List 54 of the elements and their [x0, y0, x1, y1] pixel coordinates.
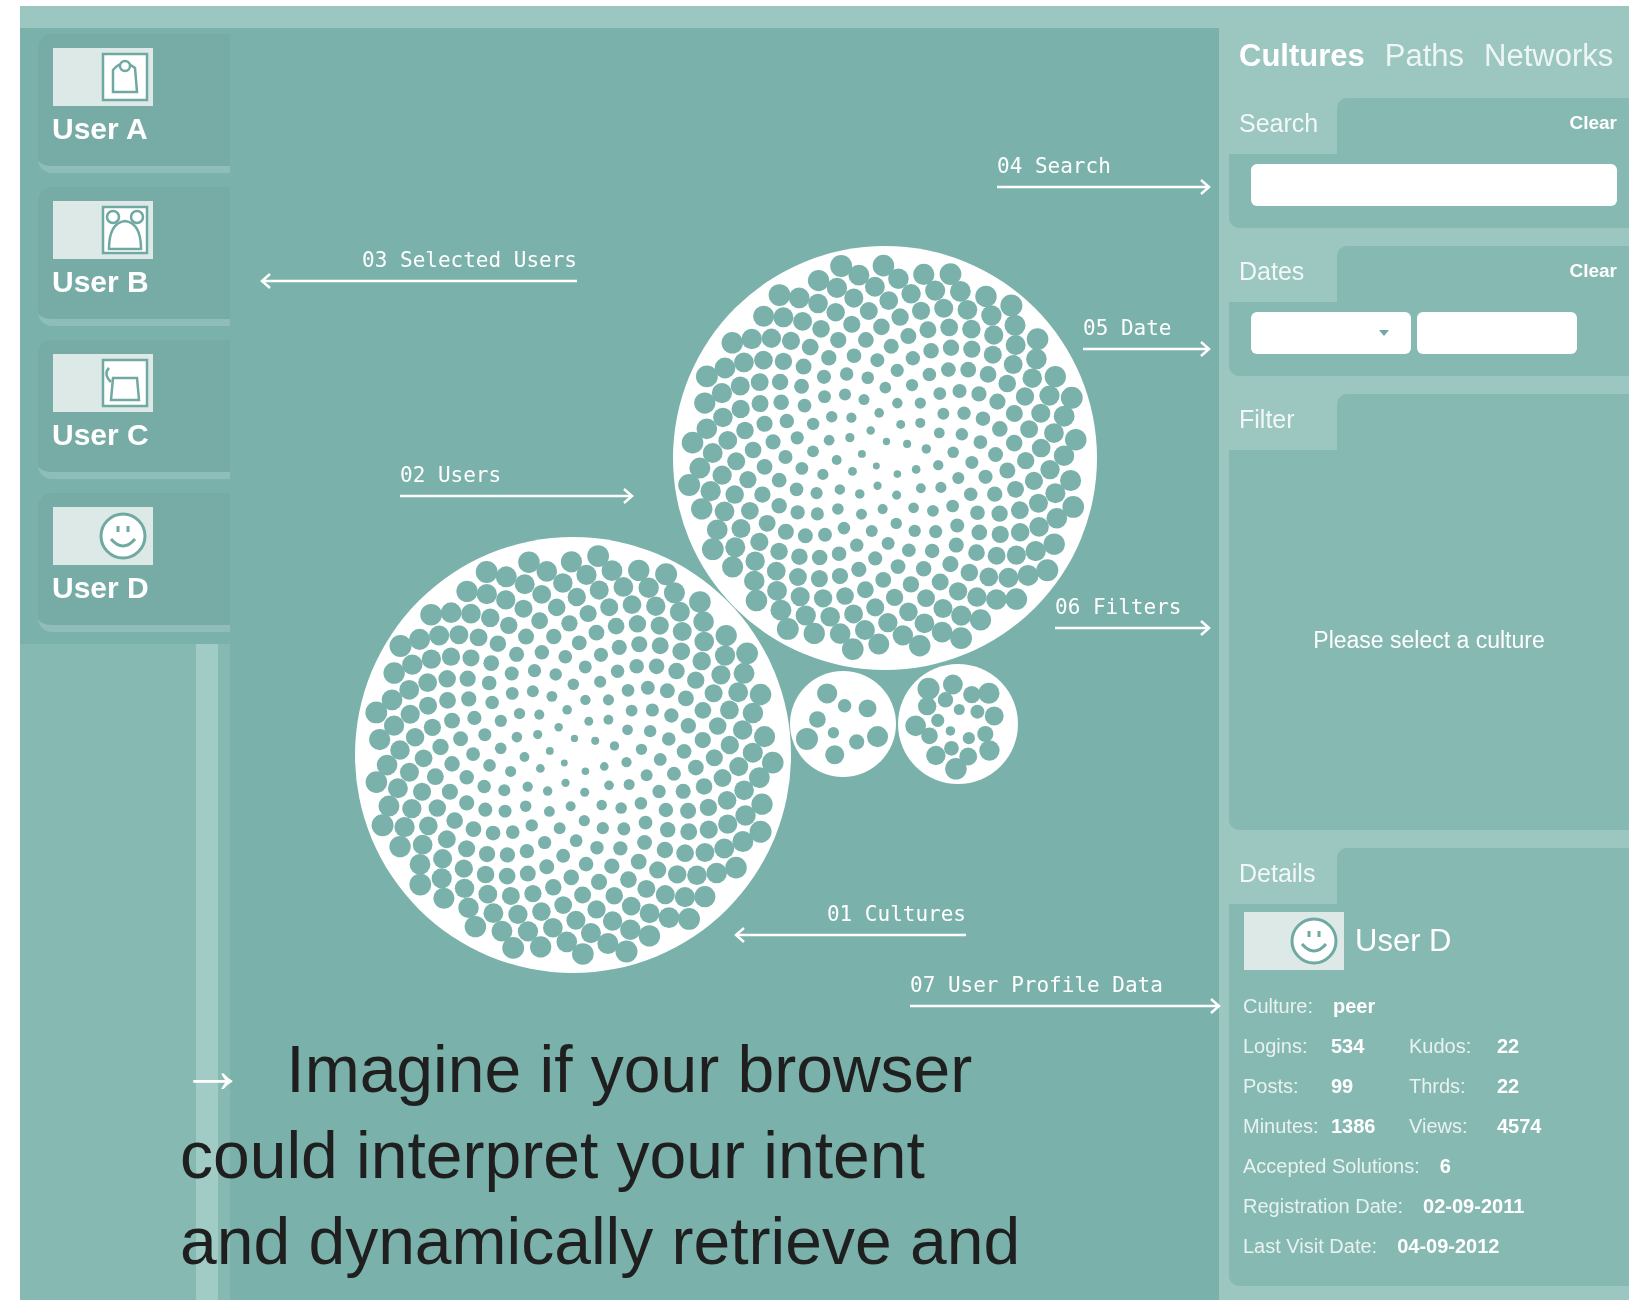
- section-title: Search: [1238, 108, 1320, 139]
- callout-label: 01 Cultures: [826, 901, 966, 927]
- callout-label: 07 User Profile Data: [910, 972, 1163, 998]
- field-label: Logins:: [1243, 1034, 1309, 1058]
- section-title: Dates: [1238, 256, 1306, 287]
- clear-link[interactable]: Clear: [1569, 260, 1617, 282]
- culture-cluster[interactable]: [898, 664, 1018, 784]
- clear-link[interactable]: Clear: [1569, 112, 1617, 134]
- headline-text: → Imagine if your browser could interpret your intent and dynamically retrieve and: [180, 1031, 1022, 1280]
- date-field[interactable]: [1417, 312, 1577, 354]
- field-value: peer: [1333, 994, 1376, 1018]
- field-value: 99: [1331, 1074, 1354, 1098]
- field-value: 6: [1439, 1154, 1451, 1178]
- callout-label: 06 Filters: [1055, 594, 1182, 620]
- field-value: 22: [1497, 1034, 1520, 1058]
- field-value: 4574: [1497, 1114, 1542, 1138]
- callout-label: 02 Users: [400, 462, 502, 488]
- field-label: Kudos:: [1409, 1034, 1473, 1058]
- field-value: 02-09-2011: [1423, 1194, 1525, 1218]
- user-card[interactable]: User B: [38, 187, 230, 326]
- creature-avatar-icon: [52, 201, 154, 259]
- field-label: Thrds:: [1409, 1074, 1467, 1098]
- user-name: User D: [1355, 923, 1452, 959]
- user-card[interactable]: User D: [38, 493, 230, 632]
- user-card[interactable]: User C: [38, 340, 230, 479]
- callout-label: 05 Date: [1083, 315, 1172, 341]
- section-title: Filter: [1238, 404, 1296, 435]
- empty-message: Please select a culture: [1313, 626, 1545, 654]
- field-label: Culture:: [1243, 994, 1314, 1018]
- smiley-avatar-icon: [1243, 912, 1345, 970]
- field-value: 1386: [1331, 1114, 1376, 1138]
- caret-icon: [1379, 330, 1389, 336]
- field-label: Posts:: [1243, 1074, 1300, 1098]
- field-value: 534: [1331, 1034, 1365, 1058]
- field-value: 22: [1497, 1074, 1520, 1098]
- user-card[interactable]: User A: [38, 34, 230, 173]
- kettle-avatar-icon: [52, 354, 154, 412]
- tab[interactable]: Paths: [1384, 36, 1465, 76]
- tab[interactable]: Networks: [1484, 36, 1614, 76]
- field-label: Views:: [1409, 1114, 1469, 1138]
- culture-cluster[interactable]: [790, 671, 896, 777]
- callout-label: 03 Selected Users: [362, 247, 577, 273]
- field-label: Minutes:: [1243, 1114, 1320, 1138]
- field-label: Registration Date:: [1243, 1194, 1404, 1218]
- field-label: Accepted Solutions:: [1243, 1154, 1420, 1178]
- field-label: Last Visit Date:: [1243, 1234, 1378, 1258]
- figure-avatar-icon: [52, 48, 154, 106]
- smiley-avatar-icon: [52, 507, 154, 565]
- section-title: Details: [1238, 858, 1317, 889]
- search-field[interactable]: [1251, 164, 1617, 206]
- callout-label: 04 Search: [997, 153, 1111, 179]
- culture-cluster[interactable]: [355, 537, 791, 973]
- tab[interactable]: Cultures: [1239, 36, 1365, 76]
- field-value: 04-09-2012: [1397, 1234, 1500, 1258]
